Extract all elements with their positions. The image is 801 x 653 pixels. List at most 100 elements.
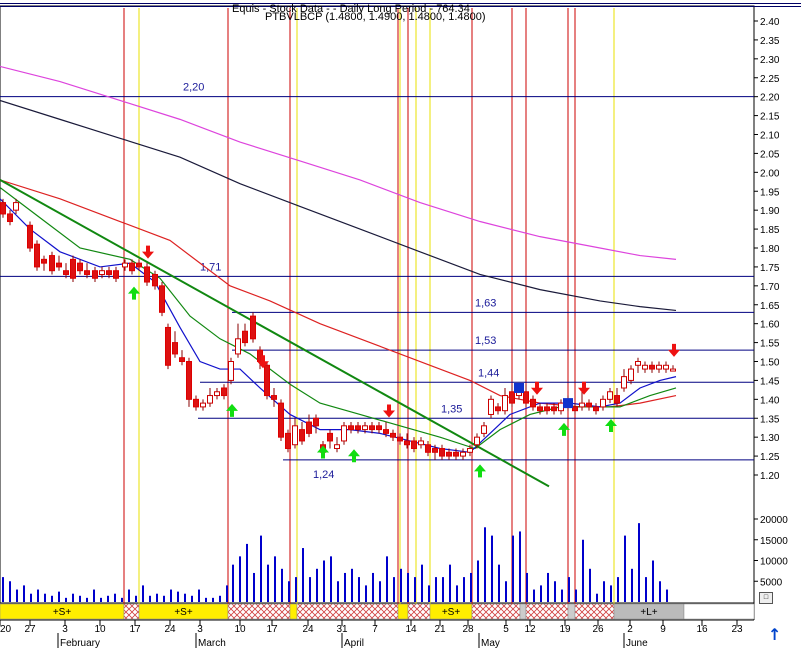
candle-body: [614, 395, 620, 404]
candle-body: [250, 315, 256, 340]
date-tick-label: 24: [164, 624, 176, 635]
price-volume-chart[interactable]: 2.402.352.302.252.202.152.102.052.001.95…: [0, 0, 801, 649]
scroll-up-arrow-icon[interactable]: ↑: [768, 625, 784, 645]
price-tick-label: 1.65: [760, 301, 780, 312]
level-label: 1,63: [475, 297, 496, 309]
candle-body: [113, 270, 119, 279]
price-tick-label: 1.80: [760, 244, 780, 255]
volume-tick-label: 15000: [760, 536, 788, 547]
signal-segment: [123, 603, 140, 620]
price-tick-label: 1.60: [760, 320, 780, 331]
date-tick-label: 16: [696, 624, 708, 635]
signal-label: +S+: [174, 607, 193, 618]
candle-body: [341, 425, 347, 442]
candle-body: [656, 364, 662, 370]
price-tick-label: 2.05: [760, 149, 780, 160]
candle-body: [453, 451, 459, 457]
candle-body: [144, 266, 150, 283]
candle-body: [411, 440, 417, 450]
date-tick-label: 2: [627, 624, 633, 635]
date-tick-label: 19: [559, 624, 571, 635]
month-label: March: [198, 638, 226, 648]
plot-frame: [0, 5, 755, 604]
sell-arrow-icon: [383, 404, 395, 418]
date-tick-label: 28: [462, 624, 474, 635]
candle-body: [474, 436, 480, 446]
date-tick-label: 17: [129, 624, 141, 635]
volume-tick-label: 20000: [760, 515, 788, 526]
candle-body: [467, 448, 473, 453]
candle-body: [488, 398, 494, 415]
candle-body: [271, 395, 277, 400]
signal-segment: [525, 603, 569, 620]
candle-body: [49, 255, 55, 272]
candle-body: [523, 391, 529, 404]
date-tick-label: 9: [660, 624, 666, 635]
date-tick-label: 3: [197, 624, 203, 635]
candle-body: [355, 425, 361, 431]
candle-body: [152, 273, 158, 287]
candle-body: [0, 202, 6, 215]
candle-body: [200, 402, 206, 408]
trendline-line: [0, 179, 550, 488]
candle-body: [642, 364, 648, 370]
candle-body: [544, 406, 550, 412]
price-tick-label: 1.40: [760, 395, 780, 406]
price-tick-label: 2.00: [760, 168, 780, 179]
signal-label: +S+: [442, 607, 461, 618]
candle-body: [122, 262, 128, 268]
signal-segment: [567, 603, 576, 620]
candle-body: [663, 364, 669, 370]
candle-body: [207, 395, 213, 404]
signal-segment: [471, 603, 521, 620]
candle-body: [649, 364, 655, 370]
signal-segment: [683, 603, 755, 620]
candle-body: [418, 440, 424, 446]
candle-body: [586, 402, 592, 408]
candle-body: [607, 391, 613, 400]
candle-body: [502, 395, 508, 412]
signal-block: [514, 382, 524, 393]
level-label: 1,53: [475, 335, 496, 347]
price-tick-label: 1.35: [760, 414, 780, 425]
candle-body: [404, 440, 410, 446]
candle-body: [235, 338, 241, 355]
candle-body: [228, 361, 234, 381]
price-tick-label: 2.25: [760, 74, 780, 85]
candle-body: [593, 406, 599, 412]
candle-body: [670, 368, 676, 372]
signal-segment: [289, 603, 298, 620]
month-label: May: [481, 638, 500, 648]
price-tick-label: 1.45: [760, 376, 780, 387]
buy-arrow-icon: [605, 419, 617, 433]
candle-body: [600, 398, 606, 408]
price-tick-label: 1.90: [760, 206, 780, 217]
buy-arrow-icon: [317, 445, 329, 459]
price-tick-label: 2.30: [760, 55, 780, 66]
candle-body: [165, 326, 171, 366]
price-tick-label: 1.85: [760, 225, 780, 236]
price-tick-label: 1.50: [760, 358, 780, 369]
candle-body: [84, 270, 90, 275]
date-tick-label: 20: [0, 624, 12, 635]
candle-body: [99, 270, 105, 275]
candle-body: [56, 262, 62, 268]
candle-body: [77, 262, 83, 272]
price-tick-label: 1.55: [760, 339, 780, 350]
price-tick-label: 2.35: [760, 36, 780, 47]
price-tick-label: 2.15: [760, 112, 780, 123]
scale-toggle-button[interactable]: □: [759, 592, 773, 604]
candle-body: [348, 425, 354, 431]
candle-body: [628, 368, 634, 381]
price-tick-label: 1.70: [760, 282, 780, 293]
candle-body: [285, 432, 291, 450]
date-tick-label: 26: [592, 624, 604, 635]
candle-body: [7, 213, 13, 223]
candle-body: [172, 342, 178, 355]
candle-body: [242, 330, 248, 344]
signal-label: +S+: [53, 607, 72, 618]
candle-body: [186, 361, 192, 400]
volume-tick-label: 10000: [760, 557, 788, 568]
candle-body: [221, 387, 227, 397]
sell-arrow-icon: [142, 245, 154, 259]
